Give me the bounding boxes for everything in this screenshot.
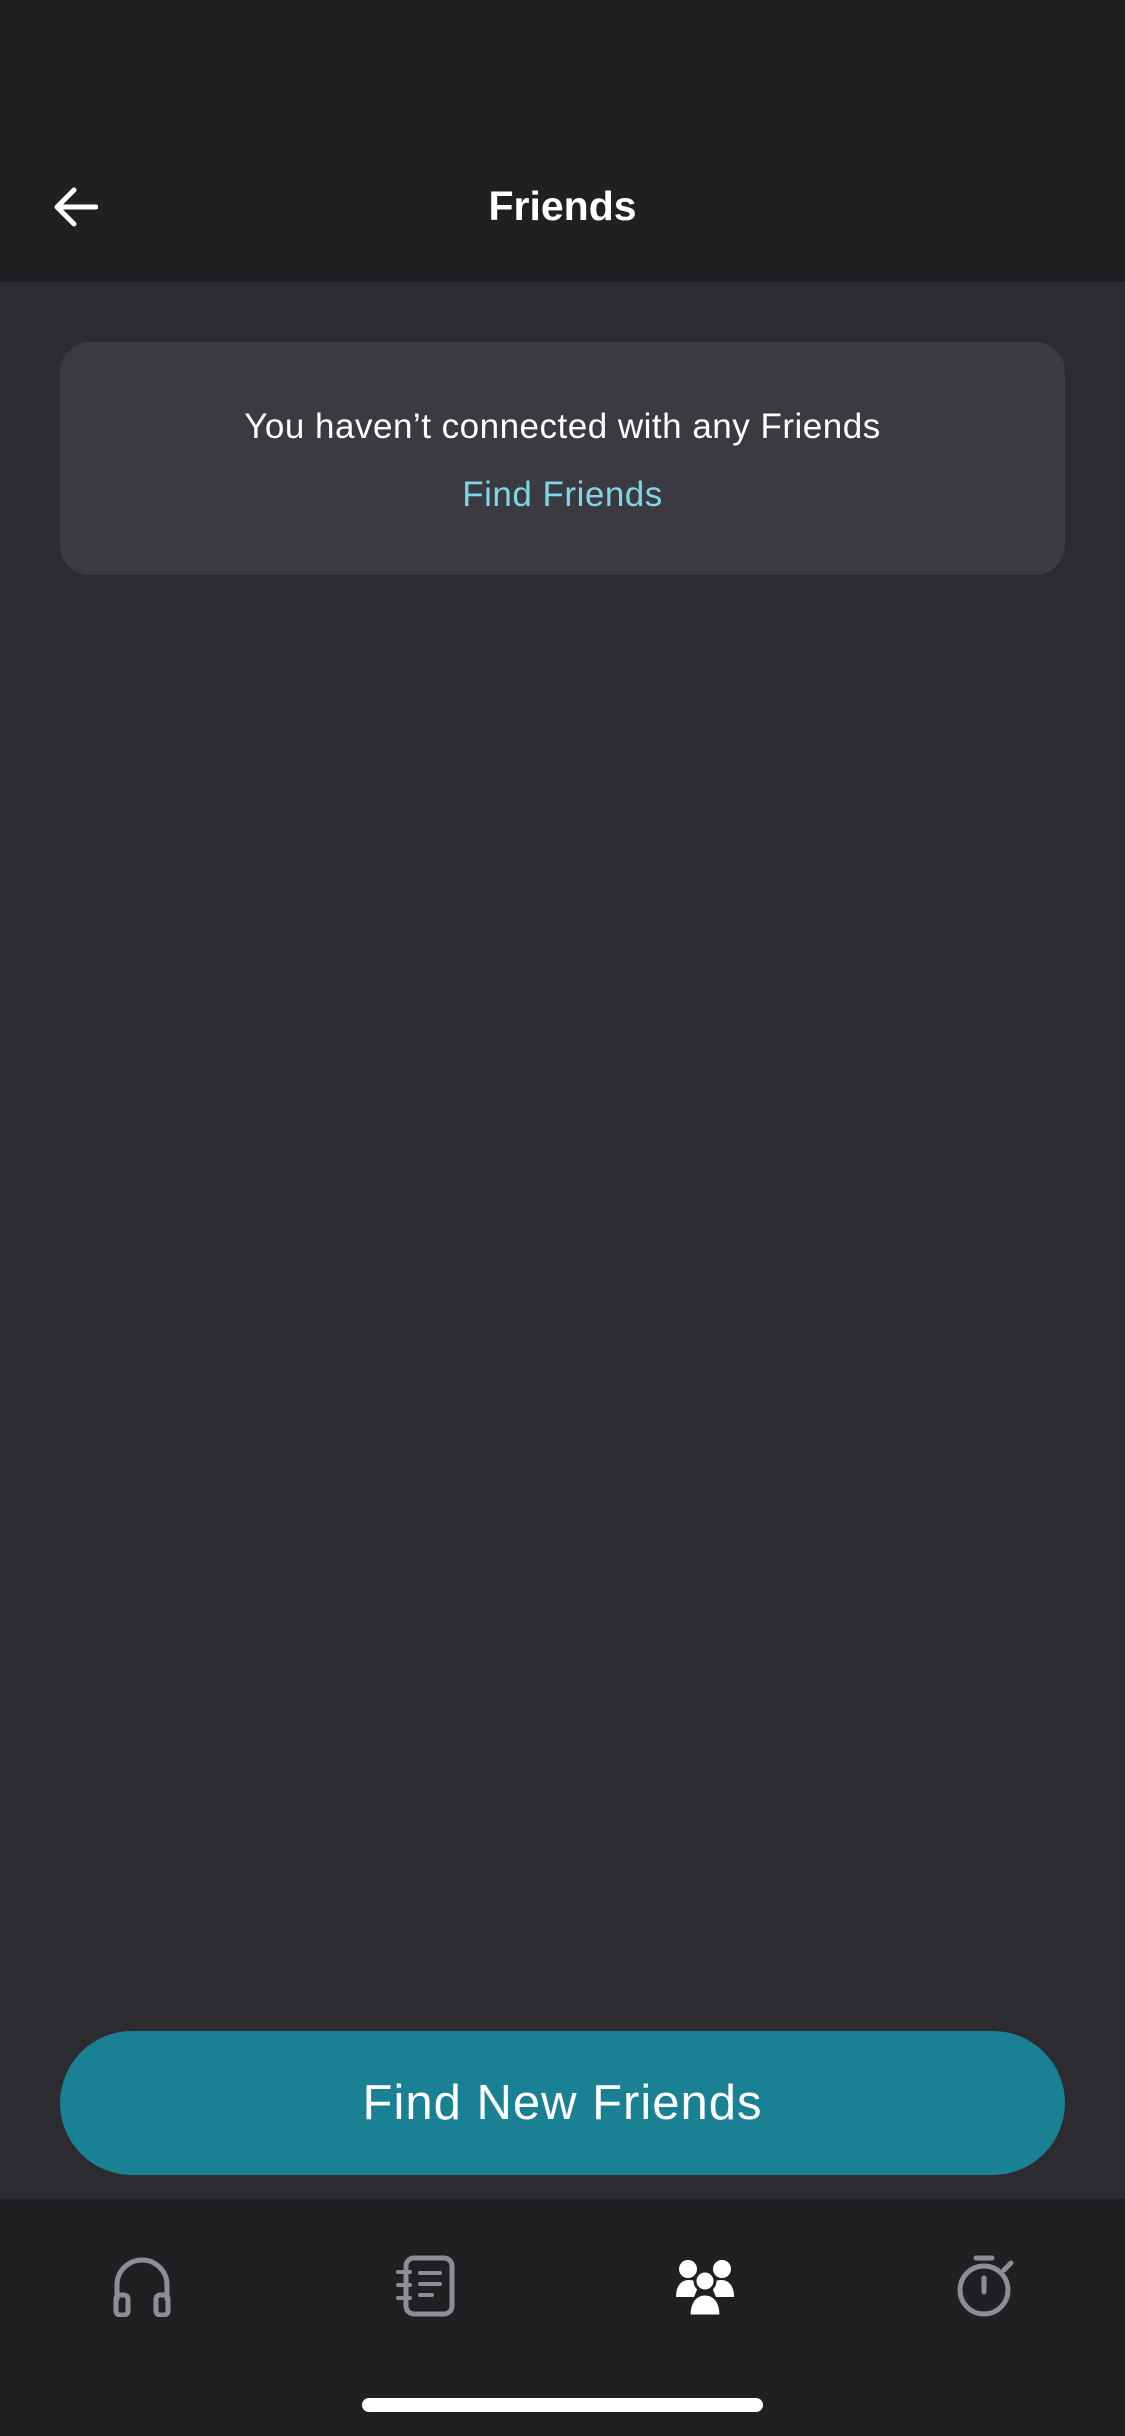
nav-header: Friends bbox=[0, 0, 1125, 282]
stopwatch-icon bbox=[957, 2255, 1014, 2317]
friends-screen: Friends You haven’t connected with any F… bbox=[0, 0, 1125, 2436]
friends-icon bbox=[676, 2260, 734, 2317]
home-indicator bbox=[362, 2398, 763, 2412]
find-new-friends-button[interactable]: Find New Friends bbox=[60, 2031, 1065, 2175]
journal-icon bbox=[396, 2255, 455, 2317]
empty-state-card: You haven’t connected with any Friends F… bbox=[60, 342, 1065, 575]
tab-journal[interactable] bbox=[380, 2241, 470, 2331]
page-title: Friends bbox=[488, 183, 637, 229]
tab-timer[interactable] bbox=[940, 2241, 1030, 2331]
tab-listen[interactable] bbox=[97, 2241, 187, 2331]
tab-friends[interactable] bbox=[660, 2241, 750, 2331]
headphones-icon bbox=[113, 2257, 171, 2317]
empty-state-message: You haven’t connected with any Friends bbox=[244, 407, 881, 446]
find-friends-link[interactable]: Find Friends bbox=[60, 470, 1065, 520]
